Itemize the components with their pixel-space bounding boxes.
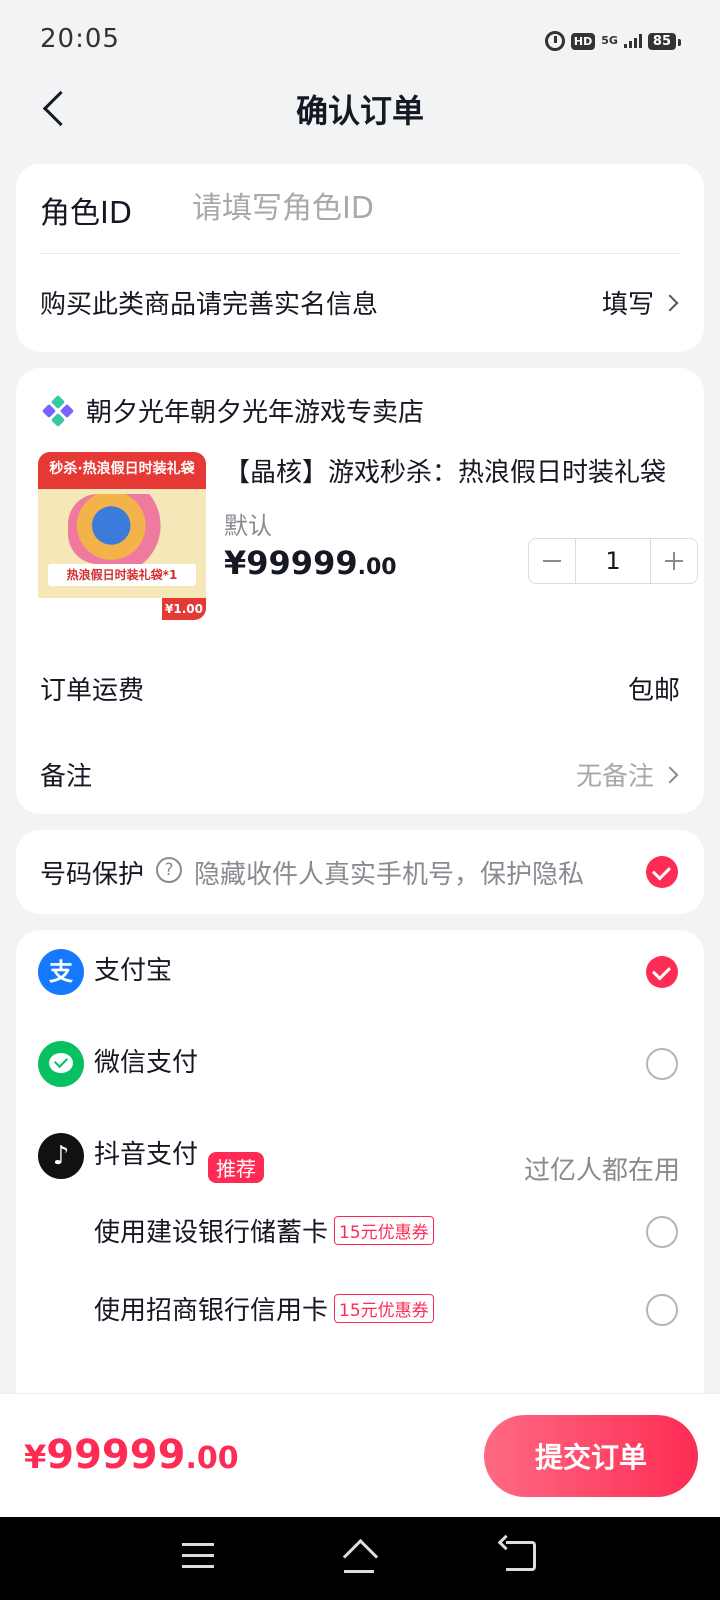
cmb-card-label: 使用招商银行信用卡 — [94, 1296, 329, 1326]
header: 确认订单 — [0, 70, 720, 146]
douyin-pay-note: 过亿人都在用 — [523, 1156, 680, 1186]
wechat-icon — [38, 1041, 84, 1087]
coupon-badge: 15元优惠券 — [334, 1294, 434, 1323]
quantity-stepper: 1 — [528, 538, 698, 584]
note-link[interactable]: 无备注 — [575, 756, 679, 793]
number-protect-label: 号码保护 — [40, 860, 145, 890]
status-bar: 20:05 HD 5G 85 — [0, 0, 720, 80]
cmb-card-radio[interactable] — [646, 1294, 678, 1326]
signal-icon — [623, 34, 642, 48]
coupon-badge: 15元优惠券 — [334, 1216, 434, 1245]
quantity-value[interactable]: 1 — [575, 539, 651, 583]
minus-icon[interactable] — [529, 539, 575, 583]
douyin-icon: ♪ — [38, 1133, 84, 1179]
total-currency: ¥ — [24, 1438, 47, 1476]
network-5g-icon: 5G — [601, 34, 618, 47]
number-protect-card: 号码保护 ? 隐藏收件人真实手机号，保护隐私 — [16, 830, 704, 914]
note-label: 备注 — [40, 762, 93, 792]
cmb-card-option[interactable]: 使用招商银行信用卡 15元优惠券 — [94, 1290, 434, 1327]
role-card: 角色ID 购买此类商品请完善实名信息 填写 — [16, 164, 704, 352]
alarm-icon — [544, 31, 565, 51]
home-icon[interactable] — [340, 1541, 378, 1573]
ccb-card-radio[interactable] — [646, 1216, 678, 1248]
ccb-card-option[interactable]: 使用建设银行储蓄卡 15元优惠券 — [94, 1212, 434, 1249]
menu-icon[interactable] — [182, 1543, 214, 1569]
product-image-banner: 秒杀·热浪假日时装礼袋 — [49, 461, 195, 477]
shipping-value: 包邮 — [627, 676, 680, 706]
status-time: 20:05 — [40, 24, 120, 54]
product-title[interactable]: 【晶核】游戏秒杀：热浪假日时装礼袋 — [224, 452, 666, 489]
role-id-input[interactable] — [192, 186, 672, 230]
realname-label: 购买此类商品请完善实名信息 — [40, 290, 379, 320]
douyin-pay-label[interactable]: 抖音支付 — [94, 1134, 198, 1171]
shop-name: 朝夕光年朝夕光年游戏专卖店 — [86, 398, 425, 428]
battery-icon: 85 — [647, 32, 682, 50]
product-image[interactable]: 秒杀·热浪假日时装礼袋 热浪假日时装礼袋*1 ¥1.00 — [38, 452, 206, 620]
number-protect-description: 隐藏收件人真实手机号，保护隐私 — [194, 860, 585, 890]
note-value: 无备注 — [575, 762, 654, 792]
alipay-icon: 支 — [38, 949, 84, 995]
ccb-card-label: 使用建设银行储蓄卡 — [94, 1218, 329, 1248]
total-price-dec: .00 — [185, 1441, 239, 1476]
product-image-price: ¥1.00 — [162, 598, 206, 620]
submit-order-button[interactable]: 提交订单 — [484, 1415, 698, 1497]
shop-logo-icon — [41, 394, 75, 427]
product-price-dec: .00 — [357, 555, 397, 580]
alipay-radio[interactable] — [646, 956, 678, 988]
nav-back-icon[interactable] — [506, 1541, 536, 1571]
wechat-pay-radio[interactable] — [646, 1048, 678, 1080]
plus-icon[interactable] — [651, 539, 697, 583]
total-price-int: 99999 — [46, 1432, 186, 1478]
product-price: ¥99999.00 — [224, 544, 397, 582]
total-price: ¥99999.00 — [24, 1432, 239, 1478]
divider — [40, 253, 680, 254]
payment-card: 支 支付宝 微信支付 ♪ 抖音支付 推荐 过亿人都在用 使用建设银行储蓄卡 15元… — [16, 930, 704, 1400]
wechat-pay-label[interactable]: 微信支付 — [94, 1042, 198, 1079]
alipay-label[interactable]: 支付宝 — [94, 950, 172, 987]
chevron-right-icon — [661, 766, 679, 783]
product-spec: 默认 — [224, 512, 272, 540]
status-icons: HD 5G 85 — [544, 28, 682, 54]
shipping-label: 订单运费 — [40, 676, 145, 706]
product-image-caption: 热浪假日时装礼袋*1 — [48, 564, 196, 586]
bottom-bar: ¥99999.00 提交订单 — [0, 1393, 720, 1517]
product-card: 朝夕光年朝夕光年游戏专卖店 秒杀·热浪假日时装礼袋 热浪假日时装礼袋*1 ¥1.… — [16, 368, 704, 814]
number-protect-checkbox[interactable] — [646, 856, 678, 888]
role-id-label: 角色ID — [40, 196, 132, 231]
hd-icon: HD — [570, 32, 596, 50]
chevron-right-icon — [661, 294, 679, 311]
page-title: 确认订单 — [295, 92, 424, 130]
shop-row[interactable]: 朝夕光年朝夕光年游戏专卖店 — [41, 392, 425, 429]
realname-fill-link[interactable]: 填写 — [601, 284, 679, 321]
recommend-badge: 推荐 — [208, 1152, 264, 1183]
help-icon[interactable]: ? — [156, 857, 182, 883]
realname-fill-text: 填写 — [601, 290, 654, 320]
product-price-int: ¥99999 — [224, 544, 358, 582]
product-image-art — [68, 494, 176, 564]
system-nav-bar — [0, 1517, 720, 1600]
